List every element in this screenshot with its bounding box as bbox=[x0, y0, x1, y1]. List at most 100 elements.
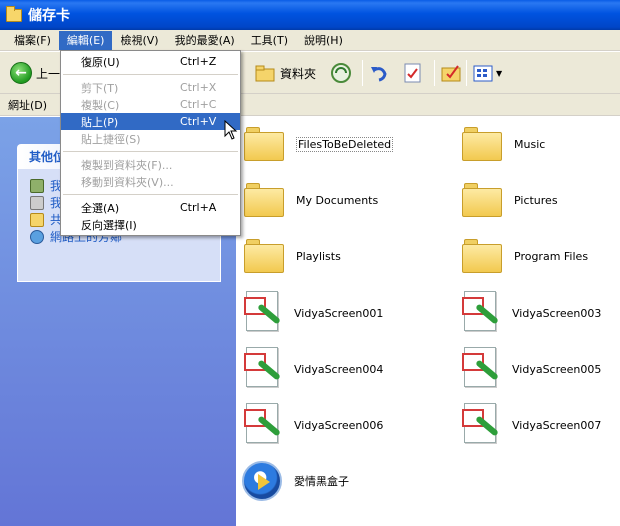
folder-icon bbox=[462, 239, 502, 273]
folder-item[interactable]: FilesToBeDeleted bbox=[244, 127, 394, 161]
menu-file[interactable]: 檔案(F) bbox=[6, 31, 59, 50]
menu-item-label: 剪下(T) bbox=[81, 81, 119, 95]
views-button[interactable]: ▼ bbox=[472, 60, 502, 86]
file-name: 愛情黑盒子 bbox=[294, 475, 349, 488]
folders-button[interactable]: 資料夾 bbox=[254, 60, 316, 86]
menu-item-label: 貼上(P) bbox=[81, 115, 119, 129]
folder-icon bbox=[244, 127, 284, 161]
menu-favorites[interactable]: 我的最愛(A) bbox=[167, 31, 243, 50]
properties-button[interactable] bbox=[402, 60, 424, 86]
image-file-icon bbox=[242, 291, 282, 335]
title-bar[interactable]: 儲存卡 bbox=[0, 0, 620, 30]
folder-icon bbox=[462, 127, 502, 161]
properties-icon bbox=[402, 62, 424, 84]
address-label: 網址(D) bbox=[8, 98, 48, 112]
sync-button[interactable] bbox=[330, 60, 352, 86]
folder-icon bbox=[6, 5, 22, 22]
menu-edit[interactable]: 編輯(E) bbox=[58, 30, 113, 50]
file-view: FilesToBeDeleted Music My Documents Pict… bbox=[236, 117, 620, 526]
file-name: Playlists bbox=[296, 249, 341, 263]
image-file-item[interactable]: VidyaScreen006 bbox=[242, 403, 383, 447]
network-icon bbox=[30, 229, 44, 244]
menu-separator bbox=[63, 74, 238, 75]
edit-menu-dropdown: 復原(U) Ctrl+Z 剪下(T) Ctrl+X 複製(C) Ctrl+C 貼… bbox=[60, 50, 241, 236]
folder-item[interactable]: Music bbox=[462, 127, 545, 161]
menu-item-shortcut: Ctrl+Z bbox=[180, 55, 217, 68]
menu-item-shortcut: Ctrl+X bbox=[180, 81, 217, 94]
folders-icon bbox=[254, 62, 276, 84]
back-label: 上一 bbox=[36, 66, 61, 81]
undo-button[interactable] bbox=[368, 60, 390, 86]
image-file-icon bbox=[460, 347, 500, 391]
menu-help[interactable]: 說明(H) bbox=[296, 31, 351, 50]
menu-item-label: 移動到資料夾(V)... bbox=[81, 175, 174, 189]
menu-item-shortcut: Ctrl+A bbox=[180, 201, 217, 214]
folder-options-button[interactable] bbox=[440, 60, 462, 86]
image-file-item[interactable]: VidyaScreen005 bbox=[460, 347, 601, 391]
folder-icon bbox=[462, 183, 502, 217]
menu-copy[interactable]: 複製(C) Ctrl+C bbox=[61, 96, 240, 113]
printer-icon bbox=[30, 195, 44, 210]
image-file-item[interactable]: VidyaScreen007 bbox=[460, 403, 601, 447]
menu-tools[interactable]: 工具(T) bbox=[243, 31, 296, 50]
file-name: Pictures bbox=[514, 193, 558, 207]
media-file-item[interactable]: 愛情黑盒子 bbox=[242, 461, 349, 501]
folder-item[interactable]: Pictures bbox=[462, 183, 558, 217]
menu-item-label: 反向選擇(I) bbox=[81, 218, 137, 232]
folder-item[interactable]: Program Files bbox=[462, 239, 588, 273]
file-name: VidyaScreen006 bbox=[294, 418, 384, 432]
file-name: VidyaScreen001 bbox=[294, 306, 384, 320]
folder-icon bbox=[244, 239, 284, 273]
menu-invert-selection[interactable]: 反向選擇(I) bbox=[61, 216, 240, 233]
menu-cut[interactable]: 剪下(T) Ctrl+X bbox=[61, 79, 240, 96]
menu-select-all[interactable]: 全選(A) Ctrl+A bbox=[61, 199, 240, 216]
menu-copy-to-folder[interactable]: 複製到資料夾(F)... bbox=[61, 156, 240, 173]
menu-item-label: 全選(A) bbox=[81, 201, 120, 215]
folder-icon bbox=[244, 183, 284, 217]
menu-item-label: 複製到資料夾(F)... bbox=[81, 158, 173, 172]
image-file-icon bbox=[460, 403, 500, 447]
back-button[interactable]: ← 上一 bbox=[10, 60, 60, 86]
menu-separator bbox=[63, 151, 238, 152]
menu-bar: 檔案(F) 編輯(E) 檢視(V) 我的最愛(A) 工具(T) 說明(H) bbox=[0, 30, 620, 51]
file-name: My Documents bbox=[296, 193, 379, 207]
window-title: 儲存卡 bbox=[28, 8, 70, 24]
menu-view[interactable]: 檢視(V) bbox=[112, 31, 166, 50]
undo-icon bbox=[368, 62, 390, 84]
folder-icon bbox=[30, 212, 44, 227]
image-file-item[interactable]: VidyaScreen004 bbox=[242, 347, 383, 391]
toolbar-separator bbox=[466, 60, 467, 86]
sync-icon bbox=[330, 62, 352, 84]
device-icon bbox=[30, 178, 44, 193]
menu-move-to-folder[interactable]: 移動到資料夾(V)... bbox=[61, 173, 240, 190]
menu-item-label: 貼上捷徑(S) bbox=[81, 132, 141, 146]
folders-label: 資料夾 bbox=[280, 66, 317, 81]
menu-paste-shortcut[interactable]: 貼上捷徑(S) bbox=[61, 130, 240, 147]
image-file-icon bbox=[242, 347, 282, 391]
file-name: VidyaScreen007 bbox=[512, 418, 602, 432]
image-file-icon bbox=[242, 403, 282, 447]
folder-item[interactable]: My Documents bbox=[244, 183, 378, 217]
image-file-icon bbox=[460, 291, 500, 335]
file-name: FilesToBeDeleted bbox=[296, 136, 394, 152]
image-file-item[interactable]: VidyaScreen003 bbox=[460, 291, 601, 335]
menu-item-shortcut: Ctrl+V bbox=[180, 115, 217, 128]
image-file-item[interactable]: VidyaScreen001 bbox=[242, 291, 383, 335]
chevron-down-icon: ▼ bbox=[496, 68, 503, 78]
folder-item[interactable]: Playlists bbox=[244, 239, 341, 273]
media-player-icon bbox=[242, 461, 282, 501]
menu-separator bbox=[63, 194, 238, 195]
views-grid-icon bbox=[472, 62, 494, 84]
mouse-cursor-icon bbox=[224, 120, 238, 140]
toolbar-separator bbox=[362, 60, 363, 86]
back-arrow-icon: ← bbox=[10, 62, 32, 84]
file-name: VidyaScreen003 bbox=[512, 306, 602, 320]
folder-check-icon bbox=[440, 62, 462, 84]
file-name: Music bbox=[514, 137, 546, 151]
menu-paste[interactable]: 貼上(P) Ctrl+V bbox=[61, 113, 240, 130]
file-name: VidyaScreen005 bbox=[512, 362, 602, 376]
menu-item-label: 複製(C) bbox=[81, 98, 120, 112]
menu-item-label: 復原(U) bbox=[81, 55, 120, 69]
menu-item-shortcut: Ctrl+C bbox=[180, 98, 217, 111]
menu-undo[interactable]: 復原(U) Ctrl+Z bbox=[61, 53, 240, 70]
